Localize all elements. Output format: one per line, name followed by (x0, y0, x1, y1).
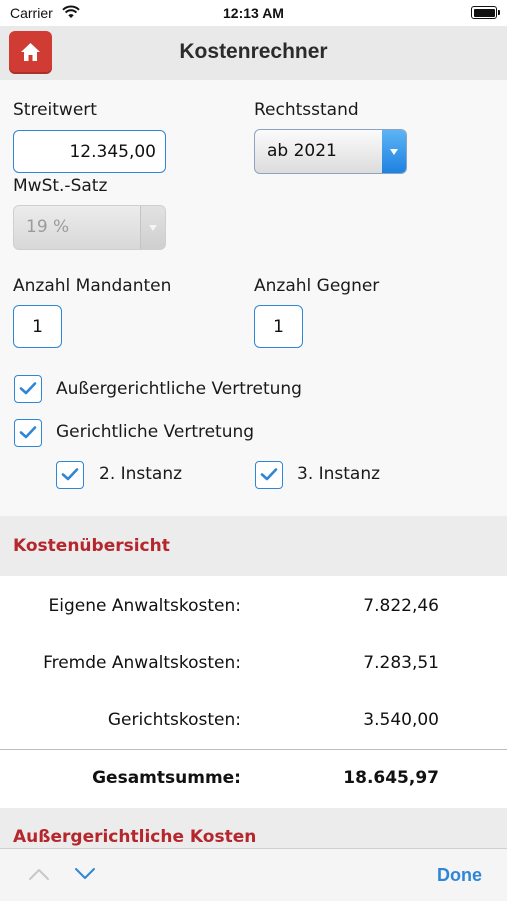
done-button[interactable]: Done (437, 865, 482, 886)
chevron-down-icon (140, 206, 165, 249)
instanz3-checkbox[interactable] (255, 461, 283, 489)
mandanten-label: Anzahl Mandanten (13, 276, 172, 296)
cost-overview-table: Eigene Anwaltskosten: 7.822,46 Fremde An… (0, 576, 507, 808)
chevron-down-icon[interactable] (74, 866, 96, 885)
status-bar: Carrier 12:13 AM (0, 0, 507, 26)
mandanten-input[interactable]: 1 (13, 305, 62, 348)
row-label: Eigene Anwaltskosten: (48, 596, 241, 616)
row-value: 3.540,00 (363, 710, 439, 730)
streitwert-label: Streitwert (13, 100, 97, 120)
mwst-select: 19 % (13, 205, 166, 250)
rechtsstand-label: Rechtsstand (254, 100, 359, 120)
overview-title: Kostenübersicht (13, 536, 170, 556)
checkmark-icon (260, 468, 278, 481)
checkmark-icon (19, 382, 37, 395)
keyboard-toolbar: Done (0, 848, 507, 901)
clock: 12:13 AM (223, 5, 284, 21)
mwst-label: MwSt.-Satz (13, 176, 108, 196)
chevron-up-icon[interactable] (28, 866, 50, 885)
page-title: Kostenrechner (179, 40, 328, 63)
calculator-form: Streitwert 12.345,00 Rechtsstand ab 2021… (0, 80, 507, 515)
total-value: 18.645,97 (343, 768, 439, 788)
divider (0, 749, 507, 750)
chevron-down-icon (382, 130, 406, 173)
row-label: Gerichtskosten: (107, 710, 241, 730)
battery-icon (471, 6, 500, 19)
aussergerichtlich-checkbox[interactable] (14, 375, 42, 403)
row-label: Fremde Anwaltskosten: (43, 653, 241, 673)
mwst-value: 19 % (26, 217, 70, 237)
next-section-title: Außergerichtliche Kosten (13, 827, 257, 847)
gerichtlich-label: Gerichtliche Vertretung (56, 422, 255, 442)
gegner-label: Anzahl Gegner (254, 276, 380, 296)
total-label: Gesamtsumme: (92, 768, 241, 788)
gerichtlich-checkbox[interactable] (14, 419, 42, 447)
navigation-bar: Kostenrechner (0, 26, 507, 80)
checkmark-icon (61, 468, 79, 481)
rechtsstand-select[interactable]: ab 2021 (254, 129, 407, 174)
checkmark-icon (19, 426, 37, 439)
rechtsstand-value: ab 2021 (267, 141, 337, 161)
aussergerichtlich-label: Außergerichtliche Vertretung (56, 379, 302, 399)
row-value: 7.822,46 (363, 596, 439, 616)
row-value: 7.283,51 (363, 653, 439, 673)
section-header-overview: Kostenübersicht (0, 516, 507, 576)
instanz2-label: 2. Instanz (99, 464, 183, 484)
instanz2-checkbox[interactable] (56, 461, 84, 489)
streitwert-input[interactable]: 12.345,00 (13, 130, 166, 173)
instanz3-label: 3. Instanz (297, 464, 381, 484)
gegner-input[interactable]: 1 (254, 305, 303, 348)
